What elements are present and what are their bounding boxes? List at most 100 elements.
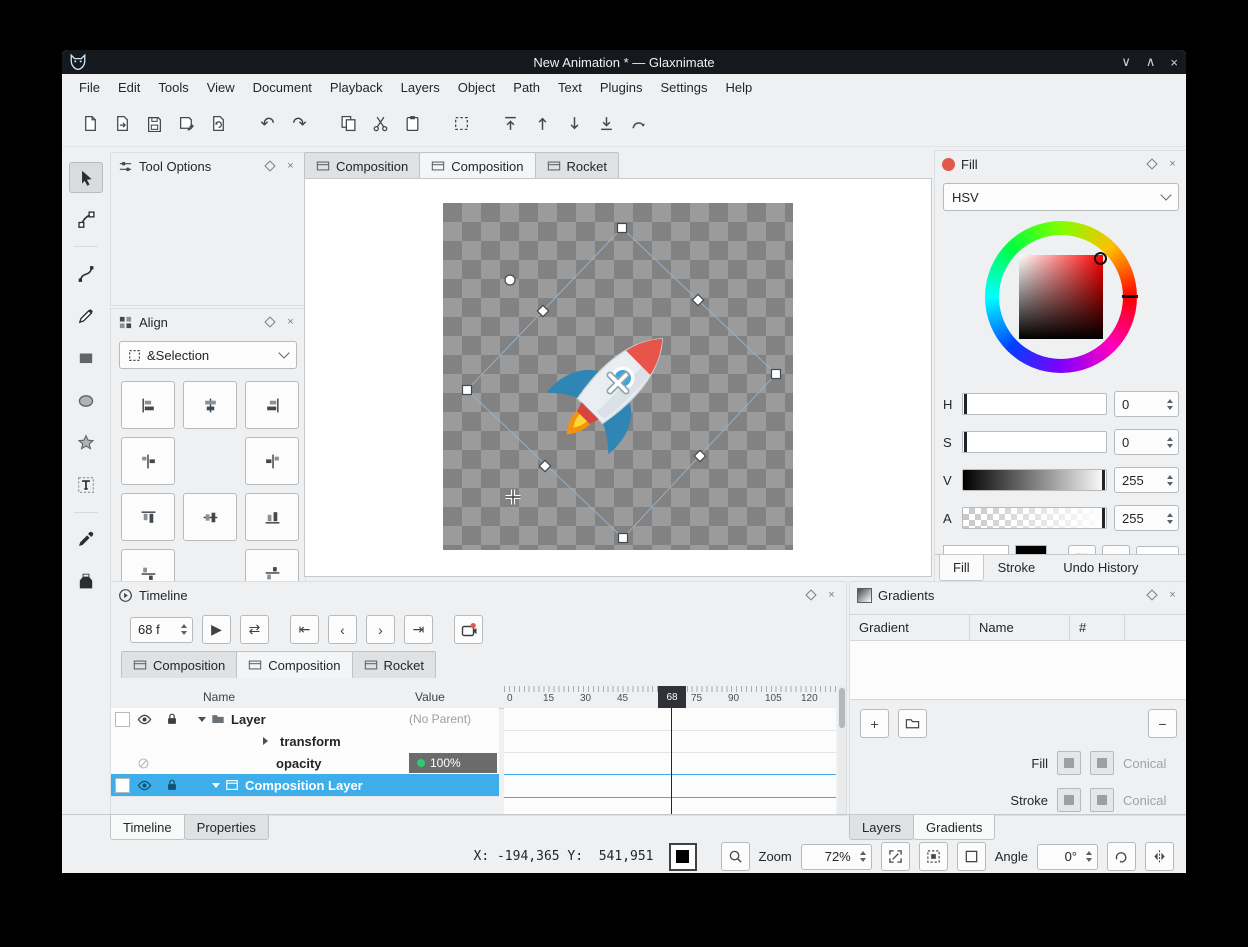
draw-bezier-tool[interactable] xyxy=(69,258,103,289)
lock-icon[interactable] xyxy=(158,712,186,726)
float-panel-icon[interactable] xyxy=(262,315,277,330)
timeline-tab-composition-1[interactable]: Composition xyxy=(121,651,237,678)
float-panel-icon[interactable] xyxy=(262,159,277,174)
dock-tab-timeline[interactable]: Timeline xyxy=(110,815,185,840)
sv-selector-icon[interactable] xyxy=(1094,252,1107,265)
name-column-header[interactable]: Name xyxy=(970,615,1070,640)
reset-rotation-button[interactable] xyxy=(1107,842,1136,871)
menu-object[interactable]: Object xyxy=(449,76,505,99)
gradients-list[interactable] xyxy=(850,641,1186,700)
hue-slider[interactable] xyxy=(962,393,1107,415)
menu-help[interactable]: Help xyxy=(717,76,762,99)
value-slider[interactable] xyxy=(962,469,1107,491)
save-button[interactable] xyxy=(140,109,169,138)
saturation-slider[interactable] xyxy=(962,431,1107,453)
expand-arrow-icon[interactable] xyxy=(198,717,206,726)
hue-spinbox[interactable]: 0 xyxy=(1114,391,1179,417)
tab-undo-history[interactable]: Undo History xyxy=(1049,555,1152,581)
open-file-button[interactable] xyxy=(108,109,137,138)
timeline-ruler[interactable]: 0 15 30 45 68 75 90 105 120 xyxy=(504,686,836,709)
add-preset-button[interactable] xyxy=(898,709,927,738)
row-color-box[interactable] xyxy=(115,712,130,727)
track-row[interactable] xyxy=(504,752,836,775)
timeline-tab-composition-2[interactable]: Composition xyxy=(236,651,352,678)
timeline-row-transform[interactable]: transform xyxy=(111,730,499,753)
menu-document[interactable]: Document xyxy=(244,76,321,99)
tab-composition-1[interactable]: Composition xyxy=(304,152,420,179)
align-vcenter-button[interactable] xyxy=(183,493,237,541)
name-column-header[interactable]: Name xyxy=(197,686,415,709)
close-panel-icon[interactable]: × xyxy=(283,315,298,330)
tab-stroke[interactable]: Stroke xyxy=(984,555,1050,581)
zoom-fit-button[interactable] xyxy=(881,842,910,871)
expand-arrow-icon[interactable] xyxy=(212,783,220,792)
flip-view-button[interactable] xyxy=(1145,842,1174,871)
dock-tab-gradients[interactable]: Gradients xyxy=(913,815,995,840)
saturation-value-square[interactable] xyxy=(1019,255,1103,339)
tab-composition-2[interactable]: Composition xyxy=(419,152,535,179)
rectangle-tool[interactable] xyxy=(69,343,103,374)
track-row-selected[interactable] xyxy=(504,774,836,798)
undo-button[interactable]: ↶ xyxy=(253,109,282,138)
track-row[interactable] xyxy=(504,708,836,731)
stroke-linear-gradient-button[interactable] xyxy=(1057,788,1081,812)
track-row[interactable] xyxy=(504,730,836,753)
minimize-button[interactable]: ∨ xyxy=(1121,54,1131,70)
lower-to-bottom-button[interactable] xyxy=(592,109,621,138)
align-hcenter-button[interactable] xyxy=(183,381,237,429)
color-wheel[interactable] xyxy=(935,215,1186,379)
reset-view-button[interactable] xyxy=(957,842,986,871)
record-keyframes-button[interactable] xyxy=(454,615,483,644)
menu-text[interactable]: Text xyxy=(549,76,591,99)
menu-settings[interactable]: Settings xyxy=(652,76,717,99)
align-top-button[interactable] xyxy=(121,493,175,541)
value-column-header[interactable]: Value xyxy=(409,686,510,709)
dock-tab-layers[interactable]: Layers xyxy=(849,815,914,840)
align-outside-right-button[interactable] xyxy=(245,437,299,485)
select-all-button[interactable] xyxy=(447,109,476,138)
edit-nodes-tool[interactable] xyxy=(69,204,103,235)
previous-frame-button[interactable]: ‹ xyxy=(328,615,357,644)
align-right-button[interactable] xyxy=(245,381,299,429)
raise-button[interactable] xyxy=(528,109,557,138)
stroke-gradient-type[interactable]: Conical xyxy=(1123,793,1175,808)
add-gradient-button[interactable]: + xyxy=(860,709,889,738)
object-to-path-button[interactable] xyxy=(624,109,653,138)
scrollbar-thumb[interactable] xyxy=(839,688,845,728)
play-button[interactable]: ▶ xyxy=(202,615,231,644)
close-panel-icon[interactable]: × xyxy=(824,588,839,603)
redo-button[interactable]: ↷ xyxy=(285,109,314,138)
cut-button[interactable] xyxy=(366,109,395,138)
align-left-button[interactable] xyxy=(121,381,175,429)
color-picker-tool[interactable] xyxy=(69,524,103,555)
timeline-row-opacity[interactable]: opacity 100% xyxy=(111,752,499,775)
fill-bucket-tool[interactable] xyxy=(69,566,103,597)
frame-spinbox[interactable]: 68 f xyxy=(130,617,193,643)
keyframe-tracks[interactable] xyxy=(504,708,836,815)
current-color-indicator[interactable] xyxy=(669,843,697,871)
fill-gradient-type[interactable]: Conical xyxy=(1123,756,1175,771)
align-bottom-button[interactable] xyxy=(245,493,299,541)
paste-button[interactable] xyxy=(398,109,427,138)
new-file-button[interactable] xyxy=(76,109,105,138)
brush-tool[interactable] xyxy=(69,301,103,332)
row-color-box[interactable] xyxy=(115,778,130,793)
next-frame-button[interactable]: › xyxy=(366,615,395,644)
stroke-radial-gradient-button[interactable] xyxy=(1090,788,1114,812)
save-as-button[interactable] xyxy=(172,109,201,138)
value-spinbox[interactable]: 255 xyxy=(1114,467,1179,493)
zoom-spinbox[interactable]: 72% xyxy=(801,844,872,870)
float-panel-icon[interactable] xyxy=(803,588,818,603)
ellipse-tool[interactable] xyxy=(69,385,103,416)
zoom-tool-button[interactable] xyxy=(721,842,750,871)
timeline-row-composition-layer[interactable]: Composition Layer xyxy=(111,774,499,797)
timeline-row-layer[interactable]: Layer (No Parent) xyxy=(111,708,499,731)
float-panel-icon[interactable] xyxy=(1144,588,1159,603)
close-panel-icon[interactable]: × xyxy=(283,159,298,174)
collapse-arrow-icon[interactable] xyxy=(263,737,272,745)
go-last-frame-button[interactable]: ⇥ xyxy=(404,615,433,644)
dock-tab-properties[interactable]: Properties xyxy=(184,815,269,840)
color-mode-select[interactable]: HSV xyxy=(943,183,1179,211)
menu-layers[interactable]: Layers xyxy=(392,76,449,99)
close-panel-icon[interactable]: × xyxy=(1165,157,1180,172)
